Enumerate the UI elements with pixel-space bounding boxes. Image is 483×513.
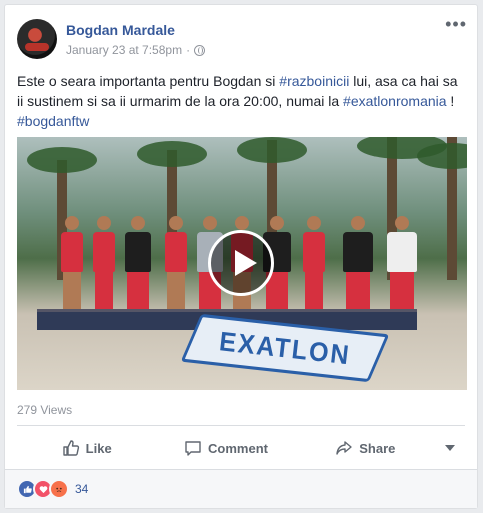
video-player[interactable]: EXATLON	[17, 137, 467, 390]
palm-frond	[417, 143, 467, 169]
hashtag-link[interactable]: #razboinicii	[279, 73, 349, 89]
post-card: Bogdan Mardale January 23 at 7:58pm · ••…	[4, 4, 478, 509]
share-label: Share	[359, 440, 396, 456]
post-text-part: !	[446, 93, 455, 109]
angry-reaction-icon[interactable]	[49, 479, 69, 499]
like-button[interactable]: Like	[17, 433, 156, 463]
contestant	[125, 216, 151, 310]
post-meta: January 23 at 7:58pm ·	[66, 43, 206, 57]
contestant	[303, 216, 325, 310]
action-bar: Like Comment Share	[17, 433, 465, 463]
post-text: Este o seara importanta pentru Bogdan si…	[17, 71, 467, 131]
share-button[interactable]: Share	[296, 433, 435, 463]
hashtag-link[interactable]: #bogdanftw	[17, 113, 89, 129]
author-name[interactable]: Bogdan Mardale	[66, 22, 175, 38]
chevron-down-icon[interactable]	[435, 445, 465, 451]
exatlon-logo-text: EXATLON	[217, 324, 353, 371]
divider	[17, 425, 465, 426]
palm-frond	[137, 141, 207, 167]
comment-icon	[185, 441, 201, 456]
contestant	[61, 216, 83, 310]
post-text-part: Este o seara importanta pentru Bogdan si	[17, 73, 280, 89]
hashtag-link[interactable]: #exatlonromania	[343, 93, 447, 109]
contestant	[93, 216, 115, 310]
contestant	[387, 216, 417, 310]
comment-button[interactable]: Comment	[156, 433, 295, 463]
meta-separator: ·	[186, 43, 191, 57]
globe-icon[interactable]	[194, 44, 206, 56]
share-icon	[336, 441, 352, 455]
like-label: Like	[85, 440, 112, 456]
more-options-icon[interactable]: •••	[445, 15, 467, 33]
reactions-bar: 34	[5, 469, 477, 508]
palm-frond	[27, 147, 97, 173]
post-timestamp[interactable]: January 23 at 7:58pm	[66, 43, 182, 57]
like-icon	[62, 440, 79, 456]
contestant	[343, 216, 373, 310]
play-icon[interactable]	[208, 230, 274, 296]
author-avatar[interactable]	[17, 19, 57, 59]
contestant	[165, 216, 187, 310]
view-count: 279 Views	[17, 403, 73, 417]
palm-frond	[237, 137, 307, 163]
comment-label: Comment	[208, 440, 268, 456]
reactions-count[interactable]: 34	[75, 482, 88, 496]
